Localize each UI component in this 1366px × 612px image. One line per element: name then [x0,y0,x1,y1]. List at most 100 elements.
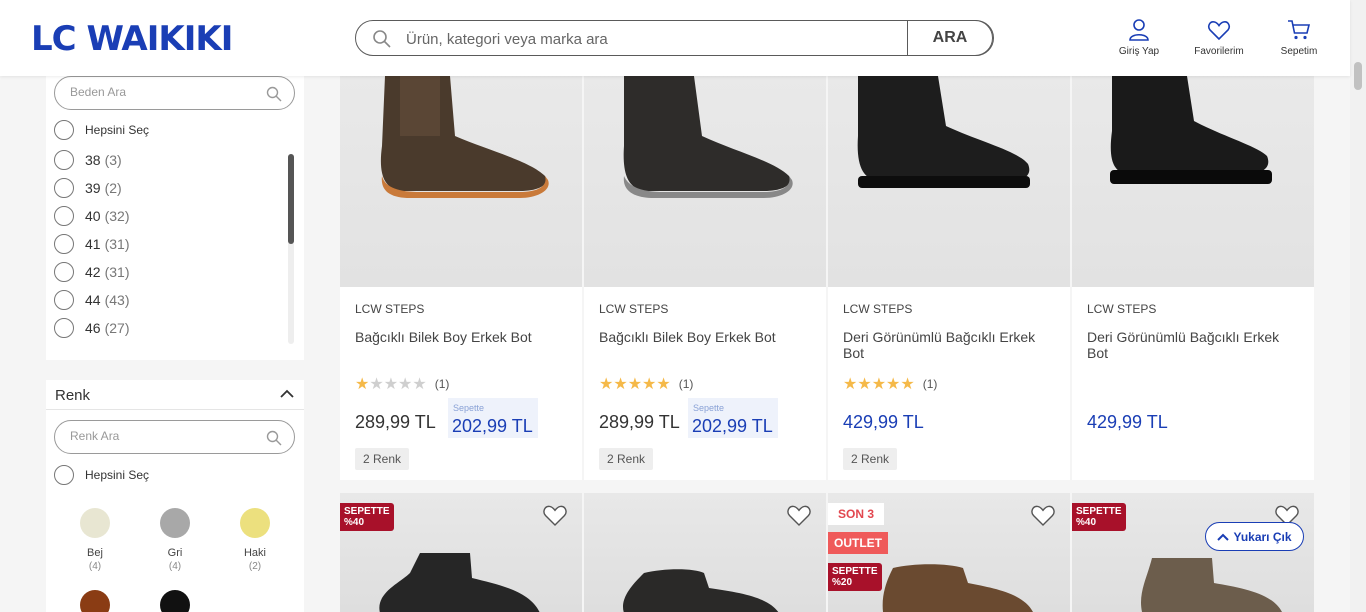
radio-button[interactable] [54,206,74,226]
size-search-input[interactable] [70,85,250,99]
color-swatch-black[interactable] [145,590,205,612]
color-count-tag[interactable]: 2 Renk [843,448,898,470]
product-card[interactable]: LCW STEPS Bağcıklı Bilek Boy Erkek Bot ★… [340,76,582,480]
product-brand: LCW STEPS [599,302,669,316]
select-all-label: Hepsini Seç [85,123,150,137]
color-swatch-gri[interactable]: Gri (4) [145,508,205,574]
search-icon [373,30,391,48]
site-logo[interactable]: LC WAIKIKI [31,20,233,58]
size-label: 46 [85,320,101,336]
radio-button[interactable] [54,262,74,282]
size-option[interactable]: 39 (2) [54,177,122,199]
radio-button[interactable] [54,120,74,140]
color-swatch-bej[interactable]: Bej (4) [65,508,125,574]
product-card[interactable] [584,493,826,612]
favorite-heart-icon[interactable] [1030,503,1056,527]
favorites-button[interactable]: Favorilerim [1190,18,1248,57]
size-option[interactable]: 38 (3) [54,149,122,171]
product-image[interactable] [340,76,582,287]
basket-price-box: Sepette 202,99 TL [688,398,778,438]
size-option[interactable]: 40 (32) [54,205,129,227]
favorite-heart-icon[interactable] [542,503,568,527]
product-name[interactable]: Deri Görünümlü Bağcıklı Erkek Bot [1087,329,1297,361]
product-card[interactable]: LCW STEPS Deri Görünümlü Bağcıklı Erkek … [828,76,1070,480]
color-search [54,420,295,454]
basket-price-box: Sepette 202,99 TL [448,398,538,438]
size-search [54,76,295,110]
product-price: 429,99 TL [843,412,924,432]
product-rating: ★ ★ ★ ★ ★ (1) [355,376,450,393]
product-card[interactable]: SEPETTE %40 [340,493,582,612]
color-swatch-brown[interactable] [65,590,125,612]
product-name[interactable]: Bağcıklı Bilek Boy Erkek Bot [355,329,565,345]
page-scrollbar-thumb[interactable] [1354,62,1362,90]
product-brand: LCW STEPS [1087,302,1157,316]
color-count-tag[interactable]: 2 Renk [599,448,654,470]
favorite-heart-icon[interactable] [786,503,812,527]
product-card[interactable]: SEPETTE %40 [1072,493,1314,612]
color-name: Bej [87,547,103,559]
product-rating: ★ ★ ★ ★ ★ (1) [843,376,938,393]
size-count: (31) [104,236,130,252]
color-search-input[interactable] [70,429,250,443]
cart-icon [1288,20,1311,40]
size-label: 42 [85,264,101,280]
size-list-scrollbar-thumb[interactable] [288,154,294,244]
search-input[interactable] [406,28,906,50]
product-image[interactable] [1072,76,1314,287]
product-price: 289,99 TL [599,412,680,432]
size-count: (2) [104,180,122,196]
color-count-tag[interactable]: 2 Renk [355,448,410,470]
product-card[interactable]: SON 3 OUTLET SEPETTE %20 [828,493,1070,612]
size-count: (27) [104,320,130,336]
basket-label: Sepette [453,403,485,413]
login-button[interactable]: Giriş Yap [1118,18,1160,57]
color-count: (4) [88,561,102,572]
search-button[interactable]: ARA [907,20,993,56]
cart-button[interactable]: Sepetim [1278,18,1320,57]
product-price: 289,99 TL [355,412,436,432]
size-list-scrollbar[interactable] [288,154,294,344]
product-image[interactable] [584,76,826,287]
size-select-all[interactable]: Hepsini Seç [54,119,149,141]
radio-button[interactable] [54,234,74,254]
product-brand: LCW STEPS [355,302,425,316]
chevron-up-icon [280,389,294,398]
product-name[interactable]: Bağcıklı Bilek Boy Erkek Bot [599,329,809,345]
login-label: Giriş Yap [1118,46,1160,57]
size-option[interactable]: 44 (43) [54,289,129,311]
color-select-all[interactable]: Hepsini Seç [54,464,149,486]
color-filter-title: Renk [55,387,91,404]
radio-button[interactable] [54,465,74,485]
basket-label: Sepette [693,403,725,413]
product-image[interactable] [828,76,1070,287]
radio-button[interactable] [54,150,74,170]
color-dot [160,590,190,612]
basket-price: 202,99 TL [452,416,533,436]
size-option[interactable]: 41 (31) [54,233,129,255]
color-swatch-haki[interactable]: Haki (2) [225,508,285,574]
radio-button[interactable] [54,318,74,338]
product-name[interactable]: Deri Görünümlü Bağcıklı Erkek Bot [843,329,1053,361]
radio-button[interactable] [54,178,74,198]
radio-button[interactable] [54,290,74,310]
chevron-up-icon [1217,533,1230,541]
product-card[interactable]: LCW STEPS Bağcıklı Bilek Boy Erkek Bot ★… [584,76,826,480]
cart-label: Sepetim [1280,46,1318,57]
page-scrollbar[interactable] [1350,0,1366,612]
size-filter: Hepsini Seç 38(3) 39(2) 40(32) 41(31) 42… [46,76,304,360]
outlet-badge: OUTLET [828,532,888,554]
color-dot [240,508,270,538]
search-icon [266,86,282,102]
product-card[interactable]: LCW STEPS Deri Görünümlü Bağcıklı Erkek … [1072,76,1314,480]
color-filter-header[interactable]: Renk [46,380,304,410]
search-icon [266,430,282,446]
size-option[interactable]: 42 (31) [54,261,129,283]
scroll-to-top-label: Yukarı Çık [1233,529,1292,544]
color-name: Haki [243,547,266,559]
site-header: LC WAIKIKI ARA Giriş Yap Favorilerim Sep… [0,0,1350,76]
scroll-to-top-button[interactable]: Yukarı Çık [1205,522,1304,551]
size-label: 40 [85,208,101,224]
rating-count: (1) [678,377,694,391]
size-option[interactable]: 46 (27) [54,317,129,339]
